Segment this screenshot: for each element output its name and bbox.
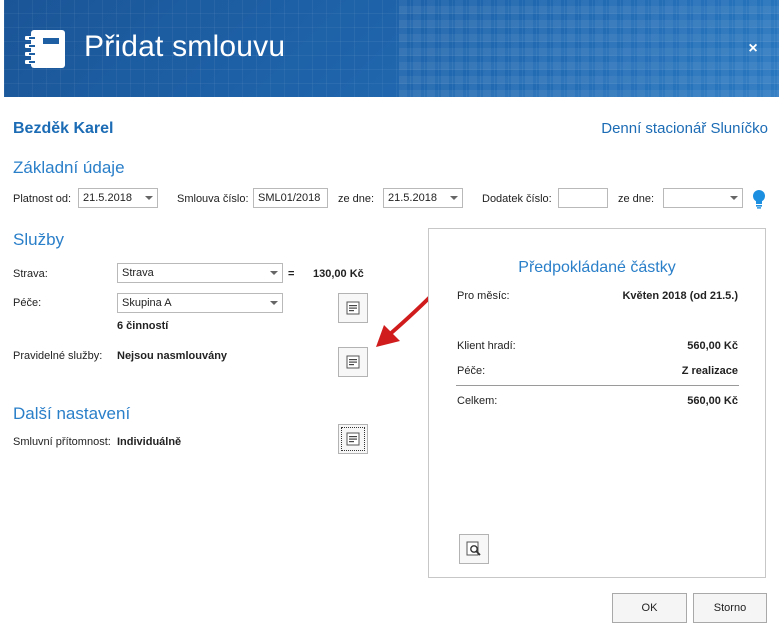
total-separator <box>456 385 739 386</box>
activities-count: 6 činností <box>117 320 169 332</box>
care-group-select[interactable]: Skupina A <box>117 293 283 313</box>
presence-detail-button[interactable] <box>338 424 368 454</box>
client-name: Bezděk Karel <box>13 120 114 137</box>
estimate-title: Předpokládané částky <box>518 259 676 276</box>
addendum-date-picker[interactable] <box>663 188 743 208</box>
care-group-value: Skupina A <box>122 297 172 309</box>
total-value: 560,00 Kč <box>687 395 738 407</box>
care-estimate-label: Péče: <box>457 365 486 377</box>
cancel-button[interactable]: Storno <box>693 593 767 623</box>
contract-presence-label: Smluvní přítomnost: <box>13 436 111 448</box>
chevron-down-icon <box>270 301 278 305</box>
care-estimate-value: Z realizace <box>681 365 738 377</box>
contract-presence-value: Individuálně <box>117 436 182 448</box>
addendum-number-label: Dodatek číslo: <box>482 193 552 205</box>
client-pays-value: 560,00 Kč <box>687 340 738 352</box>
section-other-title: Další nastavení <box>13 404 131 423</box>
contract-number-label: Smlouva číslo: <box>177 193 249 205</box>
valid-from-label: Platnost od: <box>13 193 72 205</box>
month-label: Pro měsíc: <box>457 290 510 302</box>
care-label: Péče: <box>13 297 42 309</box>
regular-services-label: Pravidelné služby: <box>13 350 103 362</box>
lightbulb-hint-icon[interactable] <box>752 189 766 209</box>
ok-button[interactable]: OK <box>612 593 687 623</box>
valid-from-value: 21.5.2018 <box>83 192 132 204</box>
care-detail-button[interactable] <box>338 293 368 323</box>
dialog-header: Přidat smlouvu × <box>4 0 779 97</box>
month-value: Květen 2018 (od 21.5.) <box>622 290 738 302</box>
addendum-date-label: ze dne: <box>618 193 655 205</box>
valid-from-date-picker[interactable]: 21.5.2018 <box>78 188 158 208</box>
contract-date-label: ze dne: <box>338 193 375 205</box>
header-pattern <box>399 0 779 97</box>
meals-select[interactable]: Strava <box>117 263 283 283</box>
document-edit-icon <box>346 301 360 315</box>
preview-button[interactable] <box>459 534 489 564</box>
chevron-down-icon <box>270 271 278 275</box>
meals-label: Strava: <box>13 268 48 280</box>
meals-price: 130,00 Kč <box>313 268 364 280</box>
contract-notebook-icon <box>23 28 69 70</box>
close-icon[interactable]: × <box>742 38 764 60</box>
addendum-number-input[interactable] <box>558 188 608 208</box>
facility-name: Denní stacionář Sluníčko <box>601 120 768 137</box>
chevron-down-icon <box>450 196 458 200</box>
contract-date-value: 21.5.2018 <box>388 192 437 204</box>
equals-sign: = <box>288 268 295 280</box>
contract-number-input[interactable]: SML01/2018 <box>253 188 328 208</box>
contract-date-picker[interactable]: 21.5.2018 <box>383 188 463 208</box>
section-basic-title: Základní údaje <box>13 158 125 177</box>
estimate-panel: Předpokládané částky Pro měsíc: Květen 2… <box>428 228 766 578</box>
magnifier-preview-icon <box>466 541 482 557</box>
regular-services-value: Nejsou nasmlouvány <box>117 350 228 362</box>
document-edit-icon <box>346 355 360 369</box>
client-pays-label: Klient hradí: <box>457 340 516 352</box>
document-edit-icon <box>346 432 360 446</box>
dialog-title: Přidat smlouvu <box>84 30 286 63</box>
total-label: Celkem: <box>457 395 498 407</box>
chevron-down-icon <box>730 196 738 200</box>
regular-services-detail-button[interactable] <box>338 347 368 377</box>
chevron-down-icon <box>145 196 153 200</box>
meals-value: Strava <box>122 267 154 279</box>
section-services-title: Služby <box>13 230 65 249</box>
